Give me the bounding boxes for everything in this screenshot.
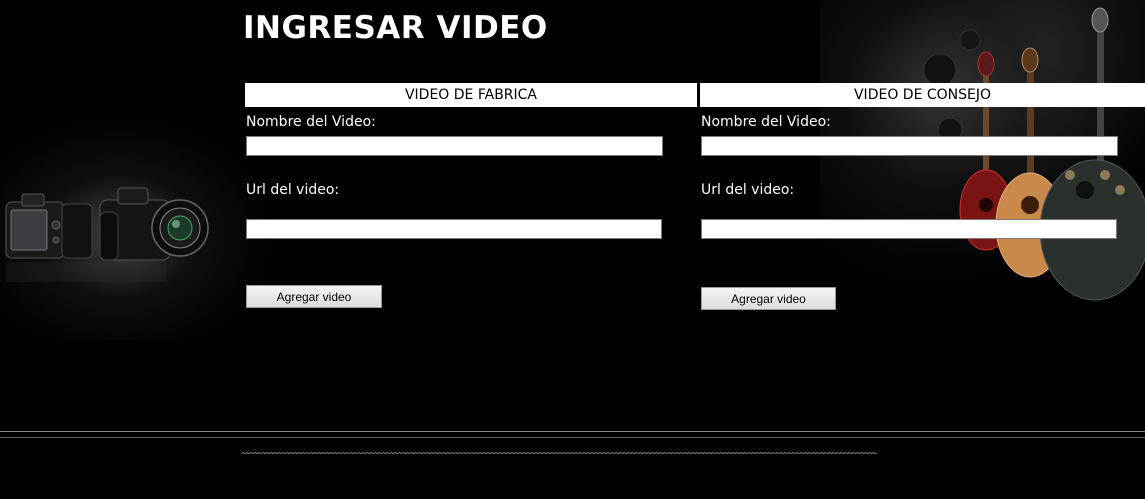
consejo-url-input[interactable] — [701, 219, 1117, 239]
fabrica-name-input[interactable] — [246, 136, 663, 156]
footer-divider-bottom — [0, 437, 1145, 438]
consejo-header: VIDEO DE CONSEJO — [700, 83, 1145, 107]
footer-divider-top — [0, 431, 1145, 432]
consejo-add-video-button[interactable]: Agregar video — [701, 287, 836, 310]
fabrica-name-label: Nombre del Video: — [246, 114, 376, 130]
fabrica-header: VIDEO DE FABRICA — [245, 83, 697, 107]
consejo-name-input[interactable] — [701, 136, 1118, 156]
fabrica-add-video-button[interactable]: Agregar video — [246, 285, 382, 308]
camera-image — [5, 187, 209, 282]
fabrica-section: VIDEO DE FABRICA Nombre del Video: Url d… — [245, 83, 697, 308]
fabrica-url-input[interactable] — [246, 219, 662, 239]
consejo-section: VIDEO DE CONSEJO Nombre del Video: Url d… — [700, 83, 1145, 310]
fabrica-url-label: Url del video: — [246, 182, 340, 198]
consejo-name-label: Nombre del Video: — [701, 114, 831, 130]
page-title: INGRESAR VIDEO — [243, 10, 548, 46]
consejo-url-label: Url del video: — [701, 182, 795, 198]
footer-tilde-line: ~~~~~~~~~~~~~~~~~~~~~~~~~~~~~~~~~~~~~~~~… — [241, 449, 877, 459]
